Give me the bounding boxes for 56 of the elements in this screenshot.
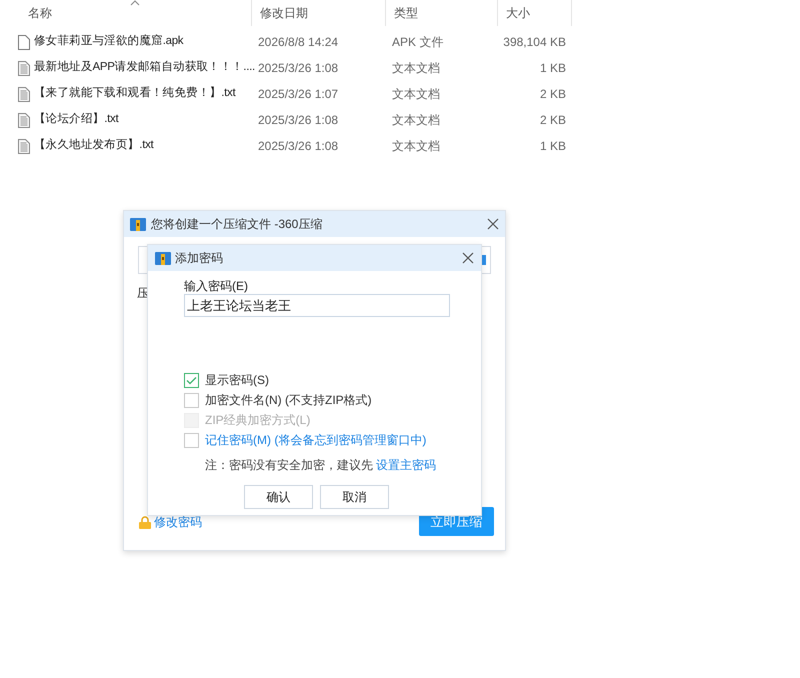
type-cell-text: 文本文档	[391, 138, 441, 155]
archive-icon	[155, 251, 171, 265]
text-file-icon	[18, 138, 30, 154]
file-name: 【论坛介绍】.txt	[34, 112, 118, 128]
size-cell-text: 2 KB	[538, 112, 566, 129]
checkbox[interactable]	[184, 392, 199, 408]
file-name: 【永久地址发布页】.txt	[34, 137, 154, 154]
file-row[interactable]: 修女菲莉亚与淫欲的魔窟.apk 2026/8/8 14:24 APK 文件 398,104 KB	[18, 29, 800, 55]
column-header[interactable]: 类型	[386, 0, 498, 26]
size-cell-text: 1 KB	[538, 138, 566, 155]
type-cell-text: 文本文档	[391, 86, 441, 103]
document-icon	[18, 34, 30, 50]
file-row[interactable]: 最新地址及APP请发邮箱自动获取！！！.... 2025/3/26 1:08 文本文档 1 KB	[18, 55, 800, 81]
size-cell-text: 1 KB	[538, 60, 566, 77]
date-cell-text: 2025/3/26 1:08	[257, 60, 340, 77]
column-header[interactable]: 名称	[20, 0, 252, 26]
type-cell-text: 文本文档	[391, 60, 441, 77]
file-name: 【来了就能下载和观看！纯免费！】.txt	[34, 86, 236, 102]
date-cell-text: 2025/3/26 1:08	[257, 112, 340, 129]
check-icon	[186, 376, 197, 384]
column-header[interactable]: 大小	[498, 0, 572, 26]
text-file-icon	[18, 60, 30, 76]
text-file-icon	[18, 112, 30, 128]
close-icon[interactable]	[462, 252, 474, 264]
note-text: 注：密码没有安全加密，建议先	[205, 457, 373, 474]
type-cell-text: 文本文档	[391, 112, 441, 129]
option-label: ZIP经典加密方式(L)	[205, 412, 310, 429]
checkbox[interactable]	[184, 372, 199, 388]
option-label: 加密文件名(N) (不支持ZIP格式)	[205, 392, 372, 409]
checkbox[interactable]	[184, 432, 199, 448]
date-cell-text: 2026/8/8 14:24	[257, 34, 340, 51]
column-header[interactable]: 修改日期	[252, 0, 386, 26]
password-label: 输入密码(E)	[184, 279, 249, 293]
archive-icon	[130, 217, 146, 231]
size-cell-text: 398,104 KB	[502, 34, 566, 51]
option-link[interactable]: 记住密码(M) (将会备忘到密码管理窗口中)	[205, 431, 426, 449]
dialog-button[interactable]: 取消	[320, 485, 389, 509]
dialog-title: 添加密码	[175, 250, 223, 267]
date-cell-text: 2025/3/26 1:08	[257, 138, 340, 155]
file-row[interactable]: 【论坛介绍】.txt 2025/3/26 1:08 文本文档 2 KB	[18, 107, 800, 133]
file-row[interactable]: 【来了就能下载和观看！纯免费！】.txt 2025/3/26 1:07 文本文档 2 KB	[18, 81, 800, 107]
lock-icon	[139, 516, 151, 528]
close-icon[interactable]	[487, 218, 499, 230]
text-file-icon	[18, 86, 30, 102]
dialog-button[interactable]: 确认	[244, 485, 313, 509]
file-name: 修女菲莉亚与淫欲的魔窟.apk	[34, 33, 184, 50]
password-field[interactable]: 上老王论坛当老王	[184, 294, 450, 317]
size-cell-text: 2 KB	[538, 86, 566, 103]
window-title: 您将创建一个压缩文件 -360压缩	[151, 216, 324, 233]
change-password-link[interactable]: 修改密码	[139, 513, 202, 531]
set-master-password-link[interactable]: 设置主密码	[376, 456, 436, 474]
date-cell-text: 2025/3/26 1:07	[257, 86, 340, 103]
file-row[interactable]: 【永久地址发布页】.txt 2025/3/26 1:08 文本文档 1 KB	[18, 133, 800, 159]
option-label: 显示密码(S)	[205, 372, 269, 389]
type-cell-text: APK 文件	[391, 34, 444, 51]
file-name: 最新地址及APP请发邮箱自动获取！！！....	[34, 59, 255, 76]
